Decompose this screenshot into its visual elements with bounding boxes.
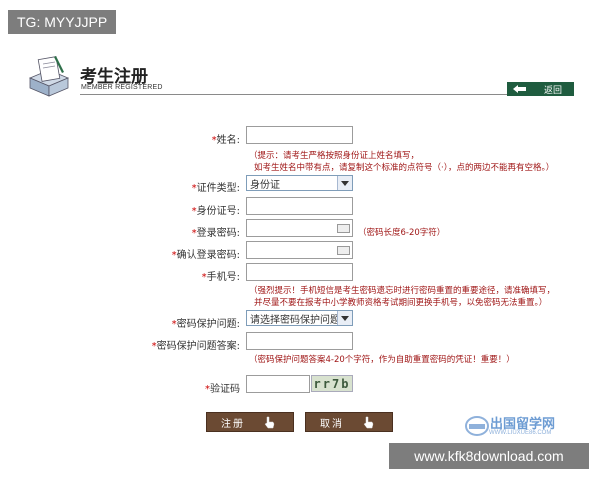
security-question-value: 请选择密码保护问题 — [250, 314, 340, 326]
confirm-password-input[interactable] — [246, 241, 353, 259]
keyboard-icon[interactable] — [337, 224, 350, 233]
back-button[interactable]: 返回 — [507, 82, 574, 96]
watermark-logo-url: WWW.LIUXUE86.COM — [489, 430, 552, 436]
chevron-down-icon — [337, 311, 352, 325]
password-input[interactable] — [246, 219, 353, 237]
name-label: *姓名: — [211, 135, 240, 146]
captcha-label: *验证码 — [205, 384, 240, 395]
name-input[interactable] — [246, 126, 353, 144]
hand-pointer-icon — [264, 416, 275, 429]
back-arrow-icon — [513, 85, 526, 93]
confirm-password-label: *确认登录密码: — [171, 250, 240, 261]
security-question-label: *密码保护问题: — [171, 319, 240, 330]
watermark-url: www.kfk8download.com — [389, 443, 589, 469]
watermark-label: TG: MYYJJPP — [8, 10, 117, 34]
register-button-label: 注册 — [221, 418, 245, 430]
phone-hint-line1: （强烈提示！手机短信是考生密码遗忘时进行密码重置的重要途径，请准确填写， — [249, 286, 556, 296]
password-label: *登录密码: — [191, 228, 240, 239]
security-answer-hint: （密码保护问题答案4-20个字符，作为自助重置密码的凭证！重要！） — [249, 355, 515, 365]
chevron-down-icon — [337, 176, 352, 190]
back-button-label: 返回 — [543, 85, 562, 96]
phone-label: *手机号: — [201, 272, 240, 283]
security-question-select[interactable]: 请选择密码保护问题 — [246, 310, 353, 326]
cancel-button[interactable]: 取消 — [305, 412, 393, 432]
security-answer-input[interactable] — [246, 332, 353, 350]
id-number-label: *身份证号: — [191, 206, 240, 217]
id-number-input[interactable] — [246, 197, 353, 215]
id-type-select[interactable]: 身份证 — [246, 175, 353, 191]
register-button[interactable]: 注册 — [206, 412, 294, 432]
password-hint: （密码长度6-20字符） — [358, 228, 446, 238]
captcha-image[interactable]: rr7b — [311, 375, 353, 392]
id-type-value: 身份证 — [250, 179, 280, 191]
id-type-label: *证件类型: — [191, 183, 240, 194]
security-answer-label: *密码保护问题答案: — [151, 341, 240, 352]
keyboard-icon[interactable] — [337, 246, 350, 255]
name-hint-line2: 如考生姓名中带有点，请复制这个标准的点符号（·），点的两边不能再有空格。） — [254, 163, 555, 173]
hand-pointer-icon — [363, 416, 374, 429]
phone-input[interactable] — [246, 263, 353, 281]
captcha-input[interactable] — [246, 375, 310, 393]
page-subtitle: MEMBER REGISTERED — [81, 84, 163, 91]
cancel-button-label: 取消 — [320, 418, 344, 430]
register-logo-icon — [28, 56, 70, 97]
phone-hint-line2: 并尽量不要在报考中小学教师资格考试期间更换手机号，以免密码无法重置。） — [254, 298, 548, 308]
header-divider — [80, 94, 574, 95]
name-hint-line1: （提示：请考生严格按照身份证上姓名填写， — [249, 151, 420, 161]
